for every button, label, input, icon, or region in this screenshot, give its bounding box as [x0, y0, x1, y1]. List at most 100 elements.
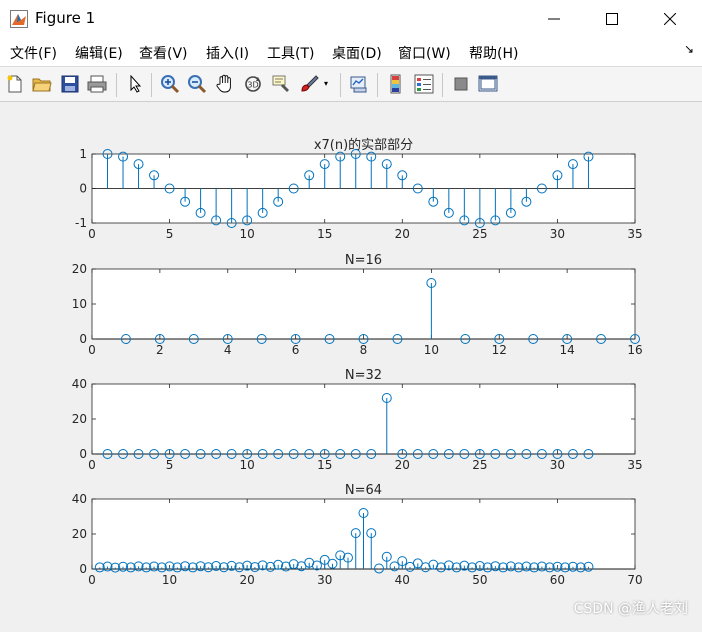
toolbar-separator — [151, 73, 152, 97]
window-titlebar: Figure 1 — [0, 0, 702, 38]
menu-help[interactable]: 帮助(H) — [469, 43, 518, 63]
menu-tools[interactable]: 工具(T) — [267, 43, 314, 63]
watermark: CSDN @渔人老刘 — [573, 601, 688, 617]
plot-title: N=16 — [345, 253, 382, 268]
minimize-icon — [548, 18, 560, 20]
matlab-icon — [10, 10, 28, 28]
open-file-button[interactable] — [31, 73, 53, 95]
x-tick-label: 6 — [292, 343, 300, 357]
print-icon — [87, 75, 107, 93]
y-tick-label: 40 — [72, 377, 87, 391]
pointer-button[interactable] — [124, 73, 146, 95]
toolbar-separator — [442, 73, 443, 97]
brush-icon — [301, 75, 319, 92]
x-tick-label: 20 — [395, 458, 410, 472]
x-tick-label: 25 — [472, 227, 487, 241]
x-tick-label: 25 — [472, 458, 487, 472]
x-tick-label: 10 — [240, 458, 255, 472]
x-tick-label: 10 — [240, 227, 255, 241]
x-tick-label: 0 — [88, 573, 96, 587]
colorbar-icon — [390, 74, 401, 94]
x-tick-label: 16 — [627, 343, 642, 357]
y-tick-label: 10 — [72, 297, 87, 311]
y-tick-label: -1 — [75, 216, 87, 230]
toolbar-separator — [377, 73, 378, 97]
hide-plot-tools-icon — [454, 77, 468, 91]
x-tick-label: 35 — [627, 458, 642, 472]
plot-title: N=32 — [345, 368, 382, 383]
y-tick-label: 0 — [79, 447, 87, 461]
x-tick-label: 0 — [88, 227, 96, 241]
close-button[interactable] — [642, 0, 698, 38]
svg-text:3D: 3D — [247, 81, 258, 90]
pan-button[interactable] — [214, 73, 236, 95]
x-tick-label: 30 — [550, 458, 565, 472]
toolbar-separator — [340, 73, 341, 97]
zoom-out-icon — [188, 75, 207, 94]
minimize-button[interactable] — [526, 0, 582, 38]
y-tick-label: 1 — [79, 147, 87, 161]
x-tick-label: 20 — [395, 227, 410, 241]
x-tick-label: 12 — [492, 343, 507, 357]
open-file-icon — [32, 78, 52, 92]
y-tick-label: 40 — [72, 492, 87, 506]
close-icon — [664, 13, 676, 25]
pan-hand-icon — [216, 74, 231, 93]
zoom-in-button[interactable] — [159, 73, 181, 95]
y-tick-label: 20 — [72, 527, 87, 541]
legend-icon — [414, 74, 434, 94]
menu-bar: 文件(F) 编辑(E) 查看(V) 插入(I) 工具(T) 桌面(D) 窗口(W… — [0, 38, 702, 66]
pointer-icon — [130, 75, 142, 93]
save-button[interactable] — [59, 73, 81, 95]
x-tick-label: 15 — [317, 458, 332, 472]
x-tick-label: 40 — [395, 573, 410, 587]
data-cursor-button[interactable] — [270, 73, 292, 95]
print-button[interactable] — [86, 73, 108, 95]
x-tick-label: 10 — [424, 343, 439, 357]
hide-plot-tools-button[interactable] — [450, 73, 472, 95]
rotate-3d-button[interactable]: 3D — [242, 73, 264, 95]
axes-box — [91, 383, 636, 455]
x-tick-label: 2 — [156, 343, 164, 357]
maximize-icon — [606, 13, 618, 25]
y-tick-label: 0 — [79, 182, 87, 196]
x-tick-label: 0 — [88, 343, 96, 357]
zoom-out-button[interactable] — [186, 73, 208, 95]
brush-dropdown-icon[interactable]: ▾ — [324, 79, 328, 88]
window-title: Figure 1 — [35, 9, 96, 27]
new-figure-icon — [7, 75, 22, 93]
maximize-button[interactable] — [584, 0, 640, 38]
x-tick-label: 14 — [559, 343, 574, 357]
x-tick-label: 10 — [162, 573, 177, 587]
x-tick-label: 5 — [166, 227, 174, 241]
new-figure-button[interactable] — [4, 73, 26, 95]
x-tick-label: 8 — [360, 343, 368, 357]
x-tick-label: 60 — [550, 573, 565, 587]
plots-svg: 0 5 10 15 20 25 30 35-101x7(n)的实部部分0 2 4 6 8 10 12 14 1… — [72, 137, 643, 587]
menu-window[interactable]: 窗口(W) — [398, 43, 451, 63]
menu-file[interactable]: 文件(F) — [10, 43, 57, 63]
x-tick-label: 50 — [472, 573, 487, 587]
figure-canvas: 0 5 10 15 20 25 30 35 -1 0 1 x7(n)的实部部分 0 2 4 6 8 10 12 14 1… — [0, 101, 702, 628]
brush-button[interactable] — [298, 73, 320, 95]
link-plot-button[interactable] — [348, 73, 370, 95]
x-tick-label: 5 — [166, 458, 174, 472]
y-tick-label: 20 — [72, 262, 87, 276]
menu-insert[interactable]: 插入(I) — [206, 43, 249, 63]
plot-title: x7(n)的实部部分 — [314, 137, 413, 153]
link-plot-icon — [350, 76, 367, 93]
x-tick-label: 70 — [627, 573, 642, 587]
x-tick-label: 30 — [550, 227, 565, 241]
x-tick-label: 20 — [240, 573, 255, 587]
axes-box — [91, 268, 636, 340]
dock-arrow-icon[interactable]: ↘ — [684, 42, 694, 56]
colorbar-button[interactable] — [385, 73, 407, 95]
menu-desktop[interactable]: 桌面(D) — [332, 43, 382, 63]
legend-button[interactable] — [413, 73, 435, 95]
y-tick-label: 0 — [79, 332, 87, 346]
x-tick-label: 4 — [224, 343, 232, 357]
show-plot-tools-button[interactable] — [477, 73, 499, 95]
menu-edit[interactable]: 编辑(E) — [75, 43, 123, 63]
menu-view[interactable]: 查看(V) — [139, 43, 188, 63]
save-icon — [61, 75, 79, 93]
